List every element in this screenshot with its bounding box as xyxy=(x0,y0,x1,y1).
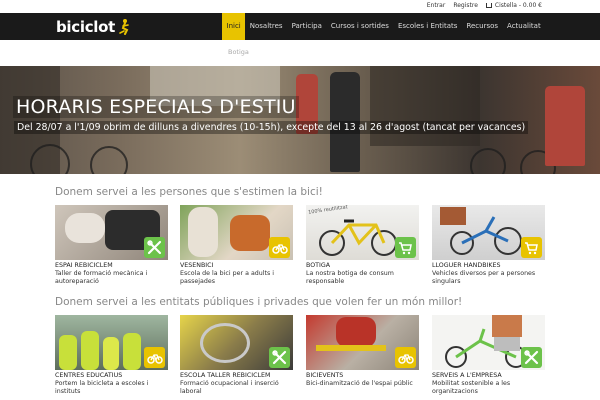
main-nav: Inici Nosaltres Participa Cursos i sorti… xyxy=(222,13,545,40)
card-title: SERVEIS A L'EMPRESA xyxy=(432,372,502,379)
card-description: Bici-dinamització de l'espai públic xyxy=(306,380,413,387)
cart-icon xyxy=(521,237,542,258)
service-card[interactable]: SERVEIS A L'EMPRESA Mobilitat sostenible… xyxy=(432,315,545,395)
nav-item-participa[interactable]: Participa xyxy=(287,13,326,40)
card-description: La nostra botiga de consum responsable xyxy=(306,270,394,285)
hero-title: HORARIS ESPECIALS D'ESTIU xyxy=(13,96,299,118)
cart-label: Cistella - 0.00 € xyxy=(494,2,542,9)
card-description: Escola de la bici per a adults i passeja… xyxy=(180,270,275,285)
photo-bike-wheel xyxy=(90,146,128,174)
card-title: CENTRES EDUCATIUS xyxy=(55,372,123,379)
card-title: LLOGUER HANDBIKES xyxy=(432,262,501,269)
card-description: Mobilitat sostenible a les organitzacion… xyxy=(432,380,511,395)
card-title: BICIEVENTS xyxy=(306,372,344,379)
card-description: Vehicles diversos per a persones singula… xyxy=(432,270,536,285)
nav-item-nosaltres[interactable]: Nosaltres xyxy=(245,13,287,40)
service-card[interactable]: ESPAI REBICICLEM Taller de formació mecà… xyxy=(55,205,168,285)
card-title: ESCOLA TALLER REBICICLEM xyxy=(180,372,271,379)
photo-cargo-bike xyxy=(445,328,527,368)
service-card[interactable]: VESenBICI Escola de la bici per a adults… xyxy=(180,205,293,285)
photo-yellow-bike xyxy=(319,219,397,256)
service-card[interactable]: ESCOLA TALLER REBICICLEM Formació ocupac… xyxy=(180,315,293,395)
bicycle-icon xyxy=(269,237,290,258)
bike-rider-logo-icon xyxy=(119,19,129,35)
service-card[interactable]: CENTRES EDUCATIUS Portem la bicicleta a … xyxy=(55,315,168,395)
service-card[interactable]: 100% reutilitzat BOTIGA La nostra botiga… xyxy=(306,205,419,285)
photo-person xyxy=(545,86,585,166)
photo-person xyxy=(188,207,218,257)
nav-item-inici[interactable]: Inici xyxy=(222,13,246,40)
card-photo xyxy=(432,315,545,370)
wrench-screwdriver-icon xyxy=(269,347,290,368)
site-logo[interactable]: biciclot xyxy=(56,17,132,37)
photo-child-vest xyxy=(103,337,119,370)
photo-wheel xyxy=(200,323,250,363)
photo-shelf xyxy=(370,66,480,146)
card-photo xyxy=(180,315,293,370)
logo-text: biciclot xyxy=(56,18,116,36)
photo-handbike xyxy=(450,216,522,255)
bicycle-icon xyxy=(395,347,416,368)
nav-subitem-botiga[interactable]: Botiga xyxy=(228,48,249,56)
card-description: Portem la bicicleta a escoles i institut… xyxy=(55,380,149,395)
photo-child-vest xyxy=(81,331,99,370)
card-title: VESenBICI xyxy=(180,262,214,269)
card-photo xyxy=(55,315,168,370)
card-photo xyxy=(55,205,168,260)
account-links: Entrar Registre Cistella - 0.00 € xyxy=(427,2,542,9)
card-photo: 100% reutilitzat xyxy=(306,205,419,260)
top-bar: Entrar Registre Cistella - 0.00 € xyxy=(0,0,600,13)
photo-hands xyxy=(65,213,105,243)
hero-subtitle: Del 28/07 a l'1/09 obrim de dilluns a di… xyxy=(14,121,529,134)
card-photo xyxy=(306,315,419,370)
login-link[interactable]: Entrar xyxy=(427,2,446,9)
register-link[interactable]: Registre xyxy=(453,2,478,9)
shopping-cart-icon xyxy=(395,237,416,258)
section1-title: Donem servei a les persones que s'estime… xyxy=(55,186,323,198)
service-card[interactable]: BICIEVENTS Bici-dinamització de l'espai … xyxy=(306,315,419,388)
photo-bike-wheel xyxy=(30,144,70,174)
photo-bike-wheel xyxy=(470,148,506,174)
cart-link[interactable]: Cistella - 0.00 € xyxy=(485,2,542,9)
hero-banner[interactable]: HORARIS ESPECIALS D'ESTIU Del 28/07 a l'… xyxy=(0,66,600,174)
photo-person xyxy=(230,215,270,251)
wrench-screwdriver-icon xyxy=(144,237,165,258)
card-photo xyxy=(432,205,545,260)
wrench-screwdriver-icon xyxy=(521,347,542,368)
nav-item-escoles[interactable]: Escoles i Entitats xyxy=(393,13,461,40)
card-title: BOTIGA xyxy=(306,262,331,269)
nav-item-actualitat[interactable]: Actualitat xyxy=(503,13,546,40)
cart-icon xyxy=(485,3,492,8)
service-card[interactable]: LLOGUER HANDBIKES Vehicles diversos per … xyxy=(432,205,545,285)
photo-person xyxy=(336,317,376,347)
photo-child-vest xyxy=(123,333,141,370)
card-title: ESPAI REBICICLEM xyxy=(55,262,113,269)
bicycle-icon xyxy=(144,347,165,368)
main-navbar: biciclot Inici Nosaltres Participa Curso… xyxy=(0,13,600,40)
nav-item-recursos[interactable]: Recursos xyxy=(462,13,503,40)
card-description: Formació ocupacional i inserció laboral xyxy=(180,380,279,395)
section2-title: Donem servei a les entitats públiques i … xyxy=(55,296,463,308)
nav-item-cursos[interactable]: Cursos i sortides xyxy=(326,13,393,40)
photo-bike-frame xyxy=(316,345,386,351)
photo-child-vest xyxy=(59,335,77,370)
card-description: Taller de formació mecànica i autorepara… xyxy=(55,270,148,285)
card-photo xyxy=(180,205,293,260)
